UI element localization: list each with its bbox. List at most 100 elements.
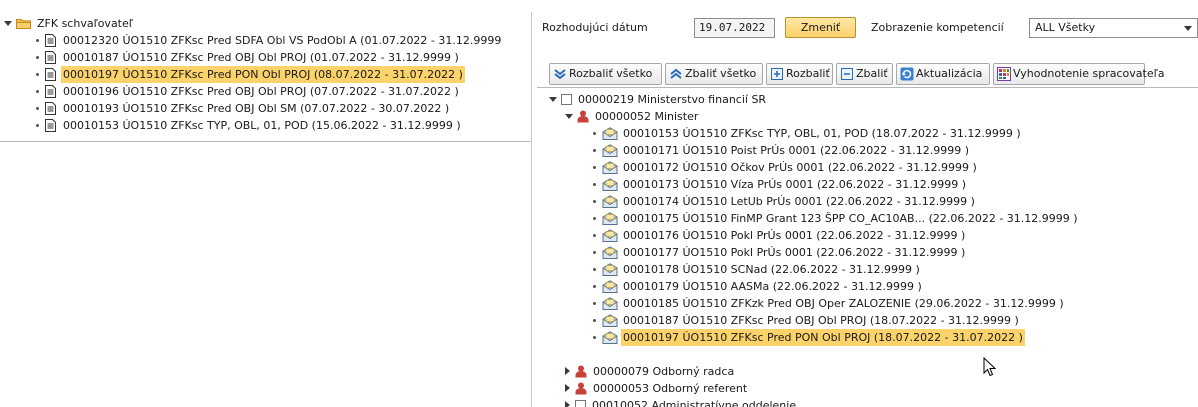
- tree-item-role-selected[interactable]: 00010197 ÚO1510 ZFKsc Pred PON Obl PROJ …: [36, 65, 465, 83]
- expand-all-icon: [554, 69, 566, 80]
- collapse-label: Zbaliť: [856, 67, 888, 80]
- tree-node-ministry[interactable]: 00000219 Ministerstvo financií SR: [549, 90, 768, 107]
- bullet-icon: [593, 182, 596, 186]
- tree-node-label: 00000219 Ministerstvo financií SR: [578, 92, 767, 106]
- role-envelope-icon: [602, 211, 618, 225]
- tree-node-department-partial[interactable]: 00010052 Administratívne oddelenie: [565, 396, 798, 407]
- tree-item-role[interactable]: 00010187 ÚO1510 ZFKsc Pred OBJ Obl PROJ …: [593, 311, 1021, 328]
- tree-item-role[interactable]: 00012320 ÚO1510 ZFKsc Pred SDFA Obl VS P…: [36, 31, 503, 48]
- tree-item-role[interactable]: 00010172 ÚO1510 Očkov PrÚs 0001 (22.06.2…: [593, 158, 979, 175]
- bullet-icon: [36, 55, 39, 59]
- bullet-icon: [593, 216, 596, 220]
- tree-node-label: 00000079 Odborný radca: [593, 364, 735, 378]
- bullet-icon: [593, 199, 596, 203]
- collapse-all-button[interactable]: Zbaliť všetko: [665, 63, 763, 85]
- role-envelope-icon: [602, 194, 618, 208]
- organization-tree: 00000219 Ministerstvo financií SR 000000…: [537, 87, 1198, 407]
- refresh-icon: [900, 67, 914, 81]
- tree-item-label: 00010177 ÚO1510 Pokl PrÚs 0001 (22.06.20…: [623, 245, 966, 259]
- tree-item-label: 00010197 ÚO1510 ZFKsc Pred PON Obl PROJ …: [61, 65, 465, 83]
- tree-item-label: 00012320 ÚO1510 ZFKsc Pred SDFA Obl VS P…: [63, 33, 502, 47]
- expand-button[interactable]: Rozbaliť: [766, 63, 833, 85]
- decision-date-field[interactable]: 19.07.2022: [694, 18, 775, 38]
- document-icon: [45, 67, 56, 81]
- change-button[interactable]: Zmeniť: [785, 17, 856, 38]
- expanded-arrow-icon[interactable]: [4, 20, 12, 26]
- tree-item-role[interactable]: 00010193 ÚO1510 ZFKsc Pred OBJ Obl SM (0…: [36, 99, 451, 116]
- tree-item-role[interactable]: 00010187 ÚO1510 ZFKsc Pred OBJ Obl PROJ …: [36, 48, 461, 65]
- tree-item-label: 00010185 ÚO1510 ZFKzk Pred OBJ Oper ZALO…: [623, 296, 1064, 310]
- tree-item-role[interactable]: 00010176 ÚO1510 Pokl PrÚs 0001 (22.06.20…: [593, 226, 967, 243]
- bullet-icon: [593, 301, 596, 305]
- tree-item-label: 00010175 ÚO1510 FinMP Grant 123 ŠPP CO_A…: [623, 211, 1078, 225]
- collapsed-arrow-icon[interactable]: [565, 367, 570, 375]
- tree-item-role[interactable]: 00010173 ÚO1510 Víza PrÚs 0001 (22.06.20…: [593, 175, 968, 192]
- folder-open-icon: [16, 18, 31, 29]
- bullet-icon: [593, 267, 596, 271]
- role-envelope-icon: [602, 160, 618, 174]
- tree-node-position[interactable]: 00000053 Odborný referent: [565, 379, 749, 396]
- tree-item-role[interactable]: 00010171 ÚO1510 Poist PrÚs 0001 (22.06.2…: [593, 141, 971, 158]
- tree-item-role[interactable]: 00010153 ÚO1510 ZFKsc TYP, OBL, 01, POD …: [36, 116, 463, 133]
- bullet-icon: [593, 318, 596, 322]
- bullet-icon: [593, 284, 596, 288]
- role-envelope-icon: [602, 279, 618, 293]
- bullet-icon: [593, 148, 596, 152]
- tree-item-label: 00010179 ÚO1510 AASMa (22.06.2022 - 31.1…: [623, 279, 922, 293]
- collapsed-arrow-icon[interactable]: [565, 384, 570, 392]
- role-envelope-icon: [602, 126, 618, 140]
- bullet-icon: [593, 335, 596, 339]
- collapse-button[interactable]: Zbaliť: [836, 63, 893, 85]
- collapsed-arrow-icon[interactable]: [565, 401, 570, 407]
- bullet-icon: [36, 106, 39, 110]
- competence-display-label: Zobrazenie kompetencií: [871, 21, 1004, 34]
- expand-node-icon: [771, 68, 783, 80]
- tree-item-role[interactable]: 00010174 ÚO1510 LetUb PrÚs 0001 (22.06.2…: [593, 192, 977, 209]
- tree-item-role[interactable]: 00010153 ÚO1510 ZFKsc TYP, OBL, 01, POD …: [593, 124, 1023, 141]
- tree-item-role[interactable]: 00010178 ÚO1510 SCNad (22.06.2022 - 31.1…: [593, 260, 922, 277]
- tree-item-label: 00010174 ÚO1510 LetUb PrÚs 0001 (22.06.2…: [623, 194, 975, 208]
- tree-toolbar: Rozbaliť všetko Zbaliť všetko Rozbaliť Z…: [549, 63, 1189, 85]
- chevron-down-icon[interactable]: [1184, 26, 1192, 31]
- tree-item-role[interactable]: 00010179 ÚO1510 AASMa (22.06.2022 - 31.1…: [593, 277, 924, 294]
- tree-item-label: 00010153 ÚO1510 ZFKsc TYP, OBL, 01, POD …: [63, 118, 461, 132]
- person-icon: [577, 110, 589, 122]
- tree-node-position[interactable]: 00000079 Odborný radca: [565, 362, 736, 379]
- expanded-arrow-icon[interactable]: [549, 96, 557, 102]
- expand-all-button[interactable]: Rozbaliť všetko: [549, 63, 662, 85]
- tree-item-label: 00010171 ÚO1510 Poist PrÚs 0001 (22.06.2…: [623, 143, 969, 157]
- bullet-icon: [593, 233, 596, 237]
- org-unit-icon: [561, 93, 572, 105]
- mouse-cursor-icon: [983, 357, 997, 377]
- refresh-button[interactable]: Aktualizácia: [896, 63, 990, 85]
- empty-tree-area: [0, 143, 531, 407]
- left-pane: ZFK schvaľovateľ 00012320 ÚO1510 ZFKsc P…: [0, 12, 532, 407]
- person-icon: [575, 382, 587, 394]
- tree-item-label: 00010196 ÚO1510 ZFKsc Pred OBJ Obl PROJ …: [63, 84, 459, 98]
- bullet-icon: [36, 38, 39, 42]
- processor-evaluation-button[interactable]: Vyhodnotenie spracovateľa: [993, 63, 1164, 85]
- evaluation-grid-icon: [997, 67, 1011, 81]
- role-envelope-icon: [602, 313, 618, 327]
- tree-item-role-selected[interactable]: 00010197 ÚO1510 ZFKsc Pred PON Obl PROJ …: [593, 328, 1025, 346]
- competence-select[interactable]: ALL Všetky: [1029, 18, 1198, 38]
- expanded-arrow-icon[interactable]: [565, 113, 573, 119]
- role-envelope-icon: [602, 330, 618, 344]
- bullet-icon: [36, 89, 39, 93]
- document-icon: [45, 84, 56, 98]
- role-envelope-icon: [602, 143, 618, 157]
- tree-item-role[interactable]: 00010177 ÚO1510 Pokl PrÚs 0001 (22.06.20…: [593, 243, 967, 260]
- tree-node-label: ZFK schvaľovateľ: [37, 16, 133, 30]
- document-icon: [45, 50, 56, 64]
- tree-item-label: 00010187 ÚO1510 ZFKsc Pred OBJ Obl PROJ …: [623, 313, 1019, 327]
- tree-node-approver-root[interactable]: ZFK schvaľovateľ: [4, 14, 135, 31]
- tree-item-role[interactable]: 00010196 ÚO1510 ZFKsc Pred OBJ Obl PROJ …: [36, 82, 461, 99]
- tree-item-label: 00010176 ÚO1510 Pokl PrÚs 0001 (22.06.20…: [623, 228, 966, 242]
- bullet-icon: [593, 165, 596, 169]
- expand-all-label: Rozbaliť všetko: [569, 67, 653, 80]
- tree-node-label: 00010052 Administratívne oddelenie: [592, 398, 797, 407]
- document-icon: [45, 118, 56, 132]
- tree-item-role[interactable]: 00010175 ÚO1510 FinMP Grant 123 ŠPP CO_A…: [593, 209, 1080, 226]
- tree-item-role[interactable]: 00010185 ÚO1510 ZFKzk Pred OBJ Oper ZALO…: [593, 294, 1066, 311]
- tree-node-minister[interactable]: 00000052 Minister: [565, 107, 700, 124]
